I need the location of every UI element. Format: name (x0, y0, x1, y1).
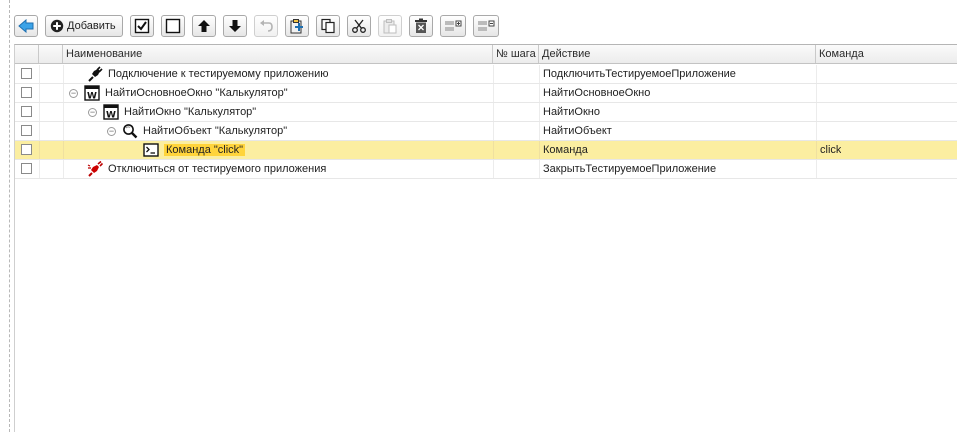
table-row[interactable]: − W НайтиОкно "Калькулятор" НайтиОкно (15, 103, 957, 122)
row-name-cell: − W НайтиОсновноеОкно "Калькулятор" (69, 85, 288, 101)
command-icon (143, 143, 159, 157)
grid-header: Наименование № шага Действие Команда (15, 45, 957, 64)
window-w-icon: W (84, 85, 100, 101)
toolbar: Добавить (14, 14, 506, 38)
svg-text:W: W (87, 92, 97, 102)
cut-button[interactable] (346, 15, 371, 37)
move-down-button[interactable] (222, 15, 247, 37)
table-row[interactable]: Отключиться от тестируемого приложения З… (15, 160, 957, 179)
row-action-cell: ЗакрытьТестируемоеПриложение (543, 163, 717, 175)
row-action-cell: НайтиОсновноеОкно (543, 87, 651, 99)
add-button[interactable]: Добавить (45, 15, 123, 37)
header-spacer-col (39, 45, 63, 63)
row-name-cell: Команда "click" (143, 141, 246, 159)
add-button-label: Добавить (67, 20, 116, 32)
trash-icon (414, 18, 427, 33)
row-checkbox[interactable] (21, 87, 32, 98)
check-all-button[interactable] (129, 15, 154, 37)
row-action-cell: ПодключитьТестируемоеПриложение (543, 68, 736, 80)
copy-button[interactable] (315, 15, 340, 37)
back-arrow-icon (18, 19, 34, 33)
collapse-toggle-icon[interactable]: − (69, 88, 78, 98)
row-checkbox[interactable] (21, 106, 32, 117)
table-row[interactable]: Подключение к тестируемому приложению По… (15, 65, 957, 84)
paste-button[interactable] (377, 15, 402, 37)
undo-button[interactable] (253, 15, 278, 37)
magnifier-icon (123, 124, 138, 139)
move-up-button[interactable] (191, 15, 216, 37)
empty-box-icon (165, 18, 180, 34)
row-checkbox[interactable] (21, 68, 32, 79)
row-checkbox[interactable] (21, 125, 32, 136)
clipboard-add-icon (290, 19, 303, 34)
copy-icon (321, 18, 335, 34)
row-command-cell: click (820, 144, 842, 156)
plus-circle-icon (50, 19, 64, 33)
uncheck-all-button[interactable] (160, 15, 185, 37)
left-panel-border (0, 0, 10, 432)
expand-all-button[interactable] (439, 15, 466, 37)
delete-button[interactable] (408, 15, 433, 37)
row-action-cell: НайтиОбъект (543, 125, 612, 137)
header-action[interactable]: Действие (539, 45, 816, 63)
collapse-toggle-icon[interactable]: − (107, 126, 116, 136)
paste-into-button[interactable] (284, 15, 309, 37)
row-name-cell: Отключиться от тестируемого приложения (87, 160, 326, 178)
scissors-icon (351, 19, 366, 33)
row-name-cell: Подключение к тестируемому приложению (87, 65, 329, 83)
row-name-cell: − W НайтиОкно "Калькулятор" (88, 104, 257, 120)
window-w-icon: W (103, 104, 119, 120)
table-row-selected[interactable]: Команда "click" Команда click (15, 141, 957, 160)
checked-box-icon (134, 18, 149, 34)
header-check-col[interactable] (15, 45, 39, 63)
row-checkbox[interactable] (21, 163, 32, 174)
arrow-down-icon (228, 20, 241, 32)
row-action-cell: Команда (543, 144, 588, 156)
plug-icon (88, 66, 103, 82)
header-step-number[interactable]: № шага (493, 45, 539, 63)
row-checkbox[interactable] (21, 144, 32, 155)
steps-grid: Наименование № шага Действие Команда Под… (14, 44, 957, 432)
svg-text:W: W (106, 111, 116, 121)
header-name[interactable]: Наименование (63, 45, 493, 63)
paste-icon (383, 19, 397, 34)
row-name-cell: − НайтиОбъект "Калькулятор" (107, 124, 288, 139)
row-action-cell: НайтиОкно (543, 106, 600, 118)
tree-expand-icon (444, 20, 462, 31)
tree-collapse-icon (477, 20, 495, 31)
collapse-toggle-icon[interactable]: − (88, 107, 97, 117)
back-button[interactable] (14, 15, 38, 37)
arrow-up-icon (197, 20, 210, 32)
unplug-icon (87, 161, 103, 177)
table-row[interactable]: − W НайтиОсновноеОкно "Калькулятор" Найт… (15, 84, 957, 103)
collapse-all-button[interactable] (472, 15, 499, 37)
undo-icon (259, 20, 273, 32)
header-command[interactable]: Команда (816, 45, 957, 63)
table-row[interactable]: − НайтиОбъект "Калькулятор" НайтиОбъект (15, 122, 957, 141)
